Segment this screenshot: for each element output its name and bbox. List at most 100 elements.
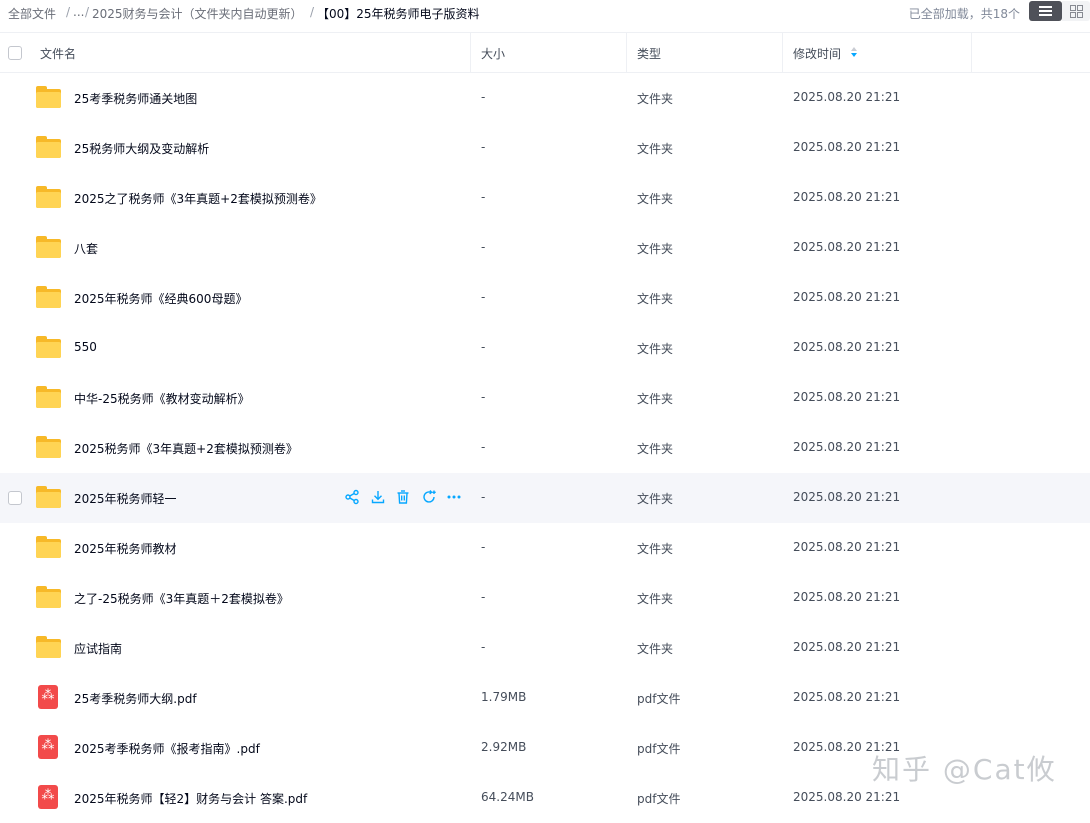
- file-type: 文件夹: [637, 642, 674, 656]
- file-name[interactable]: 2025年税务师《经典600母题》: [74, 290, 247, 307]
- file-modified-time: 2025.08.20 21:21: [793, 490, 901, 504]
- column-divider[interactable]: [782, 33, 783, 73]
- file-type: 文件夹: [637, 592, 674, 606]
- file-type: pdf文件: [637, 792, 681, 806]
- file-modified-time: 2025.08.20 21:21: [793, 340, 901, 354]
- file-size: -: [481, 490, 486, 504]
- more-icon[interactable]: [446, 489, 464, 507]
- file-modified-time: 2025.08.20 21:21: [793, 640, 901, 654]
- column-divider[interactable]: [971, 33, 972, 73]
- select-all-checkbox[interactable]: [8, 46, 22, 60]
- folder-icon: [36, 286, 61, 308]
- folder-row[interactable]: 2025年税务师轻一 - 文件夹 2025.08.20 21:21: [0, 473, 1090, 523]
- file-modified-time: 2025.08.20 21:21: [793, 590, 901, 604]
- column-header-size[interactable]: 大小: [481, 45, 505, 62]
- file-size: -: [481, 190, 486, 204]
- file-name[interactable]: 25考季税务师通关地图: [74, 90, 197, 107]
- file-size: 64.24MB: [481, 790, 534, 804]
- file-modified-time: 2025.08.20 21:21: [793, 240, 901, 254]
- folder-icon: [36, 86, 61, 108]
- file-name[interactable]: 2025年税务师轻一: [74, 490, 177, 507]
- folder-row[interactable]: 550 - 文件夹 2025.08.20 21:21: [0, 323, 1090, 373]
- file-size: -: [481, 390, 486, 404]
- column-divider[interactable]: [470, 33, 471, 73]
- file-size: 1.79MB: [481, 690, 527, 704]
- file-modified-time: 2025.08.20 21:21: [793, 90, 901, 104]
- pdf-file-icon: ⁂: [38, 685, 58, 709]
- share-icon[interactable]: [344, 489, 362, 507]
- file-name[interactable]: 550: [74, 340, 97, 354]
- delete-icon[interactable]: [395, 489, 413, 507]
- file-modified-time: 2025.08.20 21:21: [793, 440, 901, 454]
- file-size: -: [481, 340, 486, 354]
- folder-row[interactable]: 2025年税务师教材 - 文件夹 2025.08.20 21:21: [0, 523, 1090, 573]
- folder-row[interactable]: 八套 - 文件夹 2025.08.20 21:21: [0, 223, 1090, 273]
- file-size: -: [481, 640, 486, 654]
- file-type: pdf文件: [637, 692, 681, 706]
- folder-icon: [36, 186, 61, 208]
- file-size: -: [481, 540, 486, 554]
- folder-icon: [36, 586, 61, 608]
- file-row[interactable]: ⁂ 25考季税务师大纲.pdf 1.79MB pdf文件 2025.08.20 21:2…: [0, 673, 1090, 723]
- folder-row[interactable]: 25税务师大纲及变动解析 - 文件夹 2025.08.20 21:21: [0, 123, 1090, 173]
- column-header-modified[interactable]: 修改时间: [793, 45, 841, 62]
- file-name[interactable]: 之了-25税务师《3年真题＋2套模拟卷》: [74, 590, 289, 607]
- file-modified-time: 2025.08.20 21:21: [793, 390, 901, 404]
- folder-row[interactable]: 之了-25税务师《3年真题＋2套模拟卷》 - 文件夹 2025.08.20 21:21: [0, 573, 1090, 623]
- column-divider[interactable]: [626, 33, 627, 73]
- file-modified-time: 2025.08.20 21:21: [793, 140, 901, 154]
- pdf-file-icon: ⁂: [38, 785, 58, 809]
- watermark: 知乎 @Cat攸: [872, 753, 1057, 786]
- file-name[interactable]: 中华-25税务师《教材变动解析》: [74, 390, 250, 407]
- file-name[interactable]: 八套: [74, 240, 98, 257]
- folder-row[interactable]: 2025年税务师《经典600母题》 - 文件夹 2025.08.20 21:21: [0, 273, 1090, 323]
- file-size: -: [481, 140, 486, 154]
- folder-row[interactable]: 应试指南 - 文件夹 2025.08.20 21:21: [0, 623, 1090, 673]
- breadcrumb-separator: /: [310, 5, 315, 19]
- file-size: -: [481, 590, 486, 604]
- breadcrumb-separator: /: [85, 5, 90, 19]
- breadcrumb-parent[interactable]: 2025财务与会计（文件夹内自动更新）: [92, 5, 303, 22]
- file-size: -: [481, 240, 486, 254]
- file-name[interactable]: 25税务师大纲及变动解析: [74, 140, 209, 157]
- breadcrumb-current: 【00】25年税务师电子版资料: [317, 7, 480, 21]
- folder-icon: [36, 536, 61, 558]
- top-bar: 全部文件 / ... / 2025财务与会计（文件夹内自动更新） / 【00】2…: [0, 0, 1090, 24]
- file-type: 文件夹: [637, 542, 674, 556]
- folder-row[interactable]: 2025税务师《3年真题+2套模拟预测卷》 - 文件夹 2025.08.20 21:2…: [0, 423, 1090, 473]
- file-name[interactable]: 2025考季税务师《报考指南》.pdf: [74, 740, 260, 757]
- breadcrumb-ellipsis[interactable]: ...: [73, 5, 84, 19]
- file-type: 文件夹: [637, 292, 674, 306]
- folder-icon: [36, 136, 61, 158]
- folder-row[interactable]: 25考季税务师通关地图 - 文件夹 2025.08.20 21:21: [0, 73, 1090, 123]
- file-name[interactable]: 2025年税务师【轻2】财务与会计 答案.pdf: [74, 790, 307, 807]
- file-name[interactable]: 25考季税务师大纲.pdf: [74, 690, 197, 707]
- folder-icon: [36, 336, 61, 358]
- file-name[interactable]: 2025之了税务师《3年真题+2套模拟预测卷》: [74, 190, 322, 207]
- folder-row[interactable]: 中华-25税务师《教材变动解析》 - 文件夹 2025.08.20 21:21: [0, 373, 1090, 423]
- sort-descending-icon[interactable]: [851, 47, 857, 59]
- breadcrumb-separator: /: [66, 5, 71, 19]
- file-size: -: [481, 90, 486, 104]
- file-modified-time: 2025.08.20 21:21: [793, 190, 901, 204]
- sync-icon[interactable]: [421, 489, 439, 507]
- file-name[interactable]: 应试指南: [74, 640, 122, 657]
- file-type: 文件夹: [637, 442, 674, 456]
- column-header-name[interactable]: 文件名: [40, 45, 76, 62]
- folder-icon: [36, 386, 61, 408]
- row-checkbox[interactable]: [8, 491, 22, 505]
- file-size: -: [481, 290, 486, 304]
- file-name[interactable]: 2025税务师《3年真题+2套模拟预测卷》: [74, 440, 298, 457]
- file-name[interactable]: 2025年税务师教材: [74, 540, 177, 557]
- download-icon[interactable]: [370, 489, 388, 507]
- file-size: 2.92MB: [481, 740, 527, 754]
- breadcrumb-root[interactable]: 全部文件: [8, 5, 56, 22]
- file-type: 文件夹: [637, 492, 674, 506]
- column-header-type[interactable]: 类型: [637, 45, 661, 62]
- folder-row[interactable]: 2025之了税务师《3年真题+2套模拟预测卷》 - 文件夹 2025.08.20 21…: [0, 173, 1090, 223]
- grid-view-button[interactable]: [1062, 1, 1090, 21]
- folder-icon: [36, 636, 61, 658]
- list-view-button[interactable]: [1029, 1, 1062, 21]
- file-modified-time: 2025.08.20 21:21: [793, 790, 901, 804]
- file-type: 文件夹: [637, 142, 674, 156]
